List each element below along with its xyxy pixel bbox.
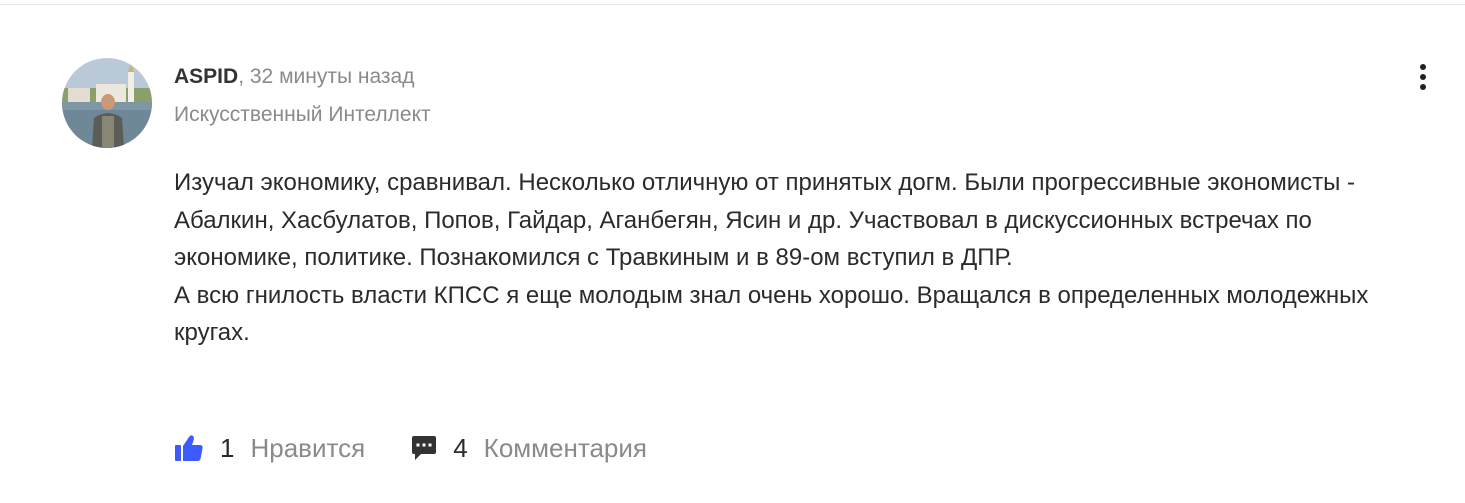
header-separator: , [238, 65, 245, 88]
comment-card: ASPID, 32 минуты назад Искусственный Инт… [0, 0, 1465, 503]
comment-paragraph: Изучал экономику, сравнивал. Несколько о… [174, 169, 1356, 271]
comment-timestamp[interactable]: 32 минуты назад [250, 65, 415, 88]
comments-label: Комментария [483, 432, 647, 463]
author-name[interactable]: ASPID [174, 65, 238, 88]
comment-body: Изучал экономику, сравнивал. Несколько о… [174, 164, 1424, 352]
comment-header: ASPID, 32 минуты назад [174, 64, 414, 90]
thumbs-up-icon [174, 434, 204, 462]
like-button[interactable]: 1 Нравится [174, 433, 365, 464]
chat-bubble-icon [411, 435, 437, 461]
comments-button[interactable]: 4 Комментария [411, 433, 647, 464]
more-options-button[interactable] [1408, 60, 1438, 94]
comments-count: 4 [453, 432, 468, 463]
like-label: Нравится [250, 432, 366, 463]
like-count: 1 [220, 432, 235, 463]
avatar[interactable] [62, 58, 152, 148]
comment-paragraph: А всю гнилость власти КПСС я еще молодым… [174, 281, 1369, 347]
author-subtitle: Искусственный Интеллект [174, 103, 431, 126]
comment-actions: 1 Нравится 4 Комментария [174, 430, 647, 466]
